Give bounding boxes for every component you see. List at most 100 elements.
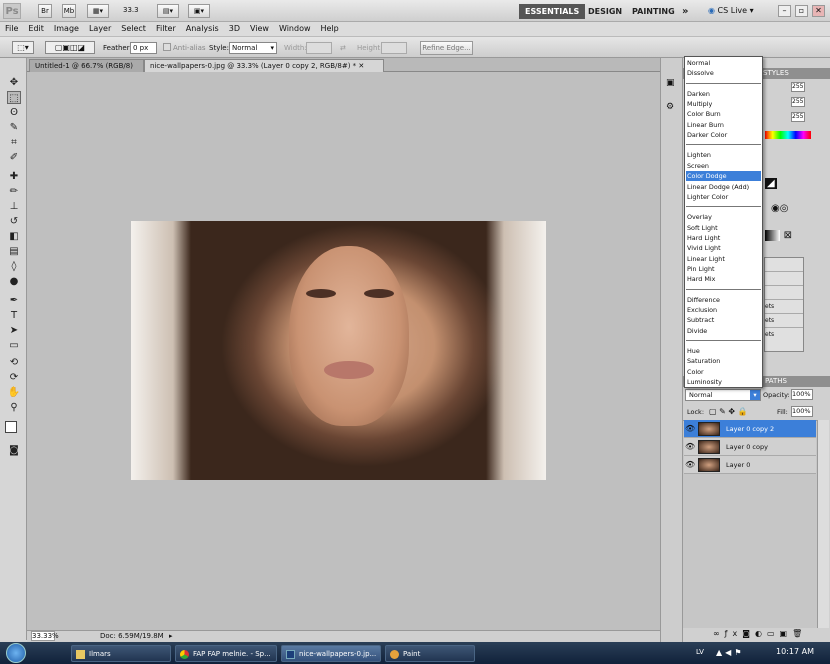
blend-mode-item-linear-light[interactable]: Linear Light [686, 254, 761, 264]
properties-panel-icon[interactable]: ⚙ [666, 102, 678, 114]
taskbar-item-ilmars[interactable]: Ilmars [71, 645, 171, 662]
blend-mode-item-lighten[interactable]: Lighten [686, 150, 761, 160]
path-selection-tool-icon[interactable]: ➤ [7, 324, 21, 337]
shape-tool-icon[interactable]: ▭ [7, 339, 21, 352]
pen-tool-icon[interactable]: ✒ [7, 294, 21, 307]
blend-mode-item-darken[interactable]: Darken [686, 89, 761, 99]
menu-layer[interactable]: Layer [84, 22, 116, 36]
taskbar-item-chrome[interactable]: FAP FAP melnie. - Sp... [175, 645, 277, 662]
style-row[interactable]: ets [765, 328, 803, 342]
layer-row-layer-0-copy-2[interactable]: 👁 Layer 0 copy 2 [684, 420, 816, 438]
zoom-tool-icon[interactable]: ⚲ [7, 401, 21, 414]
blend-mode-item-linear-burn[interactable]: Linear Burn [686, 120, 761, 130]
blend-mode-item-lighter-color[interactable]: Lighter Color [686, 192, 761, 202]
taskbar-item-photoshop[interactable]: nice-wallpapers-0.jp... [281, 645, 381, 662]
blend-mode-item-overlay[interactable]: Overlay [686, 212, 761, 222]
opacity-input[interactable]: 100% [791, 389, 813, 400]
close-icon[interactable]: ✕ [358, 62, 364, 70]
menu-window[interactable]: Window [274, 22, 316, 36]
eraser-tool-icon[interactable]: ◧ [7, 230, 21, 243]
blend-mode-item-exclusion[interactable]: Exclusion [686, 305, 761, 315]
width-input[interactable] [306, 42, 332, 54]
more-workspaces-button[interactable]: » [676, 4, 694, 19]
style-select[interactable]: Normal ▾ [229, 42, 277, 54]
menu-image[interactable]: Image [49, 22, 84, 36]
blend-mode-item-hue[interactable]: Hue [686, 346, 761, 356]
feather-input[interactable]: 0 px [130, 42, 157, 54]
tab-untitled[interactable]: Untitled-1 @ 66.7% (RGB/8) ✕ [29, 59, 144, 82]
visibility-eye-icon[interactable]: 👁 [685, 423, 695, 434]
blend-mode-item-vivid-light[interactable]: Vivid Light [686, 243, 761, 253]
style-row[interactable] [765, 286, 803, 300]
visibility-eye-icon[interactable]: 👁 [685, 441, 695, 452]
blend-mode-item-linear-dodge-add[interactable]: Linear Dodge (Add) [686, 182, 761, 192]
blend-mode-item-luminosity[interactable]: Luminosity [686, 377, 761, 387]
visibility-eye-icon[interactable]: 👁 [685, 459, 695, 470]
3d-rotate-tool-icon[interactable]: ⟲ [7, 356, 21, 369]
adjustment-icons-row-3[interactable]: ▇▇ ⊠ [765, 230, 805, 244]
layer-row-layer-0[interactable]: 👁 Layer 0 [684, 456, 816, 474]
style-row[interactable]: ets [765, 300, 803, 314]
blend-mode-item-saturation[interactable]: Saturation [686, 356, 761, 366]
gradient-tool-icon[interactable]: ▤ [7, 245, 21, 258]
language-indicator[interactable]: LV [696, 648, 704, 656]
quick-select-tool-icon[interactable]: ✎ [7, 121, 21, 134]
blur-tool-icon[interactable]: ◊ [7, 260, 21, 273]
color-spectrum-bar[interactable] [765, 131, 811, 139]
blend-mode-item-normal[interactable]: Normal [686, 58, 761, 68]
blend-mode-item-multiply[interactable]: Multiply [686, 99, 761, 109]
blue-value-field[interactable]: 255 [791, 112, 805, 122]
menu-select[interactable]: Select [116, 22, 151, 36]
blend-mode-select[interactable]: Normal ▾ [685, 389, 761, 401]
history-brush-tool-icon[interactable]: ↺ [7, 215, 21, 228]
lasso-tool-icon[interactable]: ʘ [7, 106, 21, 119]
style-row[interactable] [765, 258, 803, 272]
status-menu-arrow-icon[interactable]: ▸ [169, 631, 173, 642]
blend-mode-item-dissolve[interactable]: Dissolve [686, 68, 761, 78]
tab-paths[interactable]: PATHS [765, 376, 787, 387]
layers-scrollbar[interactable] [817, 420, 829, 628]
adjustment-icons-row-1[interactable]: ◢ [765, 178, 805, 194]
styles-list[interactable]: ets ets ets [764, 257, 804, 352]
clone-stamp-tool-icon[interactable]: ⊥ [7, 200, 21, 213]
blend-mode-item-divide[interactable]: Divide [686, 326, 761, 336]
workspace-design[interactable]: DESIGN [582, 4, 628, 19]
brush-tool-icon[interactable]: ✏ [7, 185, 21, 198]
selection-mode-group[interactable]: ▢▣◫◪ [45, 41, 95, 54]
close-button[interactable]: ✕ [812, 5, 825, 17]
view-extras-button[interactable]: ▦▾ [87, 4, 109, 18]
quick-mask-icon[interactable]: ◙ [7, 444, 21, 457]
tray-icons[interactable]: ▲◀⚑ [716, 648, 744, 657]
tool-preset-picker[interactable]: ⬚▾ [12, 41, 34, 54]
tab-styles[interactable]: STYLES [763, 68, 789, 79]
hand-tool-icon[interactable]: ✋ [7, 386, 21, 399]
document-image[interactable] [131, 221, 546, 480]
start-button-icon[interactable] [6, 643, 26, 663]
height-input[interactable] [381, 42, 407, 54]
blend-mode-item-color-burn[interactable]: Color Burn [686, 109, 761, 119]
menu-help[interactable]: Help [316, 22, 344, 36]
blend-mode-item-hard-mix[interactable]: Hard Mix [686, 274, 761, 284]
antialias-checkbox[interactable] [163, 43, 171, 51]
crop-tool-icon[interactable]: ⌗ [7, 136, 21, 149]
3d-orbit-tool-icon[interactable]: ⟳ [7, 371, 21, 384]
taskbar-item-paint[interactable]: Paint [385, 645, 475, 662]
blend-mode-item-soft-light[interactable]: Soft Light [686, 223, 761, 233]
red-value-field[interactable]: 255 [791, 82, 805, 92]
zoom-level[interactable]: 33.3 [123, 6, 139, 14]
minibridge-button[interactable]: Mb [62, 4, 76, 18]
layer-row-layer-0-copy[interactable]: 👁 Layer 0 copy [684, 438, 816, 456]
workspace-essentials[interactable]: ESSENTIALS [519, 4, 586, 19]
green-value-field[interactable]: 255 [791, 97, 805, 107]
fill-input[interactable]: 100% [791, 406, 813, 417]
status-zoom[interactable]: 33.33% [31, 631, 59, 641]
swap-icon[interactable]: ⇄ [340, 43, 346, 53]
blend-mode-item-pin-light[interactable]: Pin Light [686, 264, 761, 274]
blend-mode-item-difference[interactable]: Difference [686, 295, 761, 305]
menu-filter[interactable]: Filter [151, 22, 181, 36]
cs-live-button[interactable]: ◉ CS Live ▾ [708, 5, 754, 17]
bridge-button[interactable]: Br [38, 4, 52, 18]
minimize-button[interactable]: – [778, 5, 791, 17]
lock-icons[interactable]: ▢ ✎ ✥ 🔒 [709, 407, 748, 416]
marquee-tool-icon[interactable]: ⬚ [7, 91, 21, 104]
